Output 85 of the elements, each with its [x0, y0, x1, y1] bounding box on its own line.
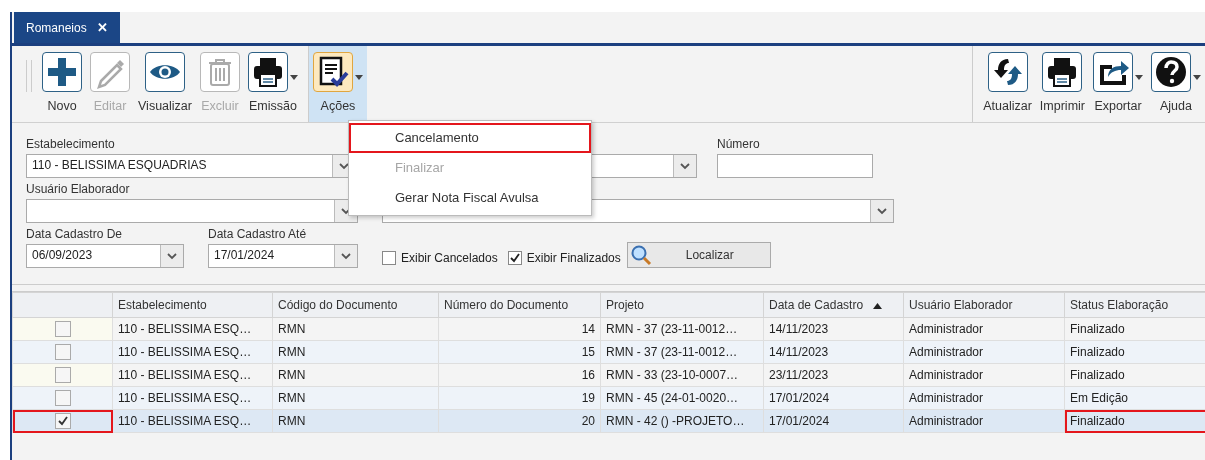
checkbox[interactable]: [507, 251, 522, 265]
check-icon: [509, 253, 520, 263]
chevron-down-icon: [341, 252, 351, 260]
toolbar-button[interactable]: Ações: [308, 46, 367, 122]
checkbox[interactable]: [54, 367, 71, 383]
toolbar-button[interactable]: Exportar: [1089, 46, 1147, 122]
table-cell: RMN: [272, 340, 439, 364]
column-header[interactable]: Estabelecimento: [112, 292, 273, 318]
table-cell: 19: [438, 386, 601, 410]
dropdown-field[interactable]: 06/09/2023: [26, 244, 184, 268]
toolbar-button[interactable]: Atualizar: [979, 46, 1036, 122]
column-header[interactable]: Status Elaboração: [1064, 292, 1205, 318]
table-cell: 110 - BELISSIMA ESQ…: [112, 340, 273, 364]
table-cell: 110 - BELISSIMA ESQ…: [112, 317, 273, 341]
table-cell: RMN - 37 (23-11-0012…: [600, 340, 764, 364]
chevron-down-icon: [680, 162, 690, 170]
table-cell: 16: [438, 363, 601, 387]
column-header[interactable]: Data de Cadastro: [763, 292, 904, 318]
field-label: Data Cadastro De: [26, 227, 124, 241]
field-label: Estabelecimento: [26, 137, 116, 151]
column-header[interactable]: Projeto: [600, 292, 764, 318]
table-cell: 110 - BELISSIMA ESQ…: [112, 386, 273, 410]
table-cell: Finalizado: [1064, 363, 1205, 387]
table-cell: 17/01/2024: [763, 409, 904, 433]
table-cell: 15: [438, 340, 601, 364]
tab-label: Romaneios: [26, 20, 87, 35]
chevron-down-icon: [341, 207, 351, 215]
tab[interactable]: Romaneios ✕: [14, 12, 120, 43]
close-icon[interactable]: ✕: [96, 20, 108, 35]
table-cell: 14/11/2023: [763, 317, 904, 341]
table-cell: 23/11/2023: [763, 363, 904, 387]
table-cell: Administrador: [903, 363, 1065, 387]
search-icon: [629, 244, 652, 266]
help-icon: [1154, 55, 1188, 89]
checkbox-label: Exibir Finalizados: [526, 251, 621, 265]
table-cell: Administrador: [903, 409, 1065, 433]
checkbox[interactable]: [54, 413, 71, 429]
checkbox[interactable]: [54, 390, 71, 406]
table-cell: RMN: [272, 363, 439, 387]
table-cell: RMN - 45 (24-01-0020…: [600, 386, 764, 410]
table-cell: RMN: [272, 409, 439, 433]
table-cell: Em Edição: [1064, 386, 1205, 410]
toolbar-button[interactable]: Novo: [38, 46, 86, 122]
table-cell: RMN: [272, 317, 439, 341]
toolbar-button[interactable]: Visualizar: [134, 46, 196, 122]
table-cell: 14: [438, 317, 601, 341]
column-header[interactable]: Número do Documento: [438, 292, 601, 318]
table-cell: 110 - BELISSIMA ESQ…: [112, 409, 273, 433]
field-label: Data Cadastro Até: [208, 227, 308, 241]
table-cell: Administrador: [903, 386, 1065, 410]
table-cell: RMN - 42 () -PROJETO…: [600, 409, 764, 433]
input-field[interactable]: [717, 154, 873, 178]
table-cell: RMN: [272, 386, 439, 410]
table-cell: Finalizado: [1064, 340, 1205, 364]
table-cell: RMN - 33 (23-10-0007…: [600, 363, 764, 387]
checkbox[interactable]: [382, 251, 396, 265]
chevron-down-icon: [877, 207, 887, 215]
table-cell: RMN - 37 (23-11-0012…: [600, 317, 764, 341]
table-cell: Administrador: [903, 317, 1065, 341]
column-header[interactable]: Código do Documento: [272, 292, 439, 318]
chevron-down-icon: [339, 162, 349, 170]
table-cell: 110 - BELISSIMA ESQ…: [112, 363, 273, 387]
table-cell: Finalizado: [1064, 317, 1205, 341]
checkbox[interactable]: [54, 344, 71, 360]
plus-icon: [45, 55, 79, 89]
field-label: Usuário Elaborador: [26, 182, 131, 196]
table-cell: 14/11/2023: [763, 340, 904, 364]
check-icon: [57, 416, 68, 426]
table-cell: 20: [438, 409, 601, 433]
toolbar-button[interactable]: Emissão: [243, 46, 302, 122]
table-cell: 17/01/2024: [763, 386, 904, 410]
table-cell: Finalizado: [1064, 409, 1205, 433]
menu-item[interactable]: Gerar Nota Fiscal Avulsa: [349, 183, 591, 213]
search-button[interactable]: Localizar: [626, 242, 771, 268]
column-header[interactable]: Usuário Elaborador: [903, 292, 1065, 318]
checkbox[interactable]: [54, 321, 71, 337]
table-cell: Administrador: [903, 340, 1065, 364]
dropdown-field[interactable]: [26, 199, 358, 223]
dropdown-field[interactable]: 17/01/2024: [208, 244, 358, 268]
toolbar-button[interactable]: Ajuda: [1147, 46, 1205, 122]
chevron-down-icon: [167, 252, 177, 260]
checkbox-label: Exibir Cancelados: [401, 251, 498, 265]
field-label: Número: [717, 137, 761, 151]
menu-item[interactable]: Cancelamento: [349, 123, 591, 153]
toolbar-button[interactable]: Imprimir: [1035, 46, 1089, 122]
